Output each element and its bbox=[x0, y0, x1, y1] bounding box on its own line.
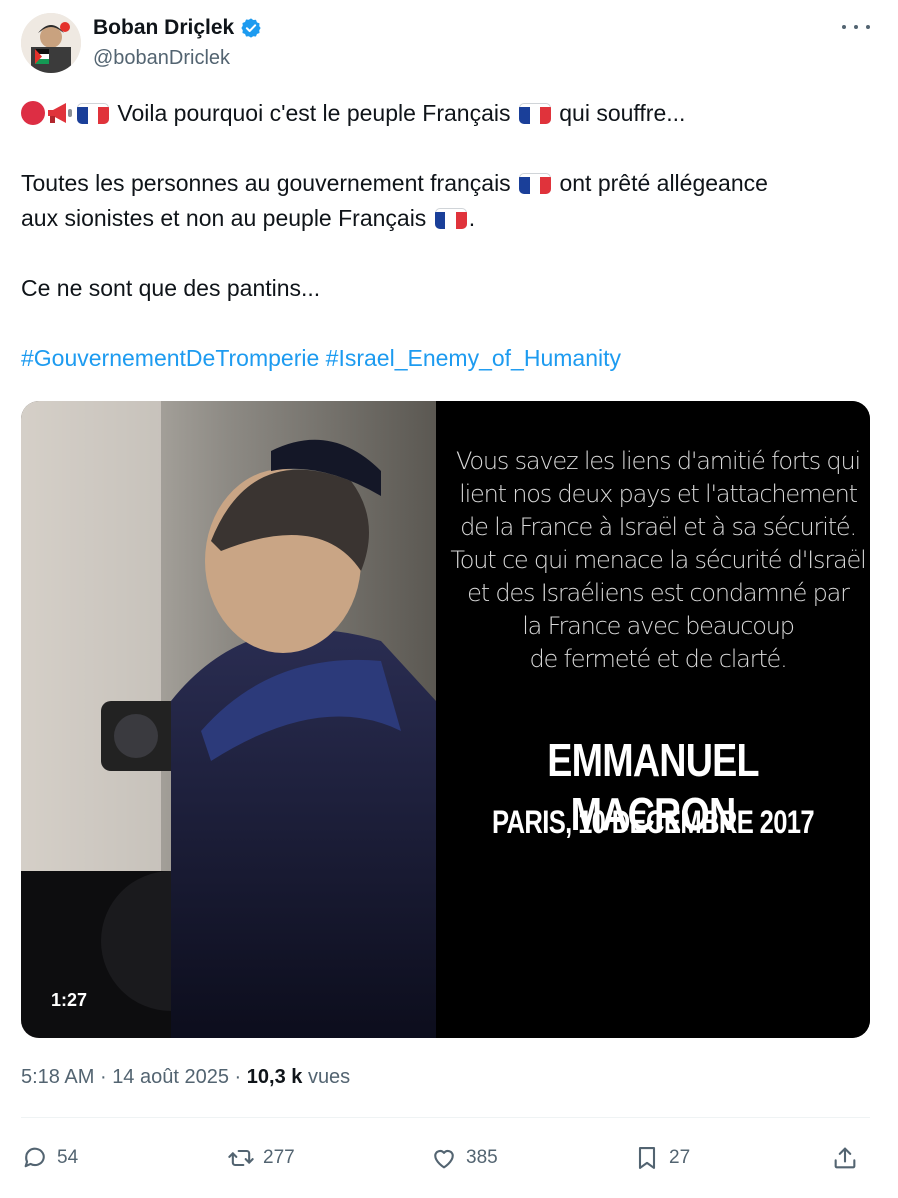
reply-icon bbox=[24, 1147, 45, 1168]
author-name-row[interactable]: Boban Driçlek bbox=[93, 16, 262, 40]
megaphone-emoji-icon bbox=[45, 100, 75, 124]
quote-line: Vous savez les liens d'amitié forts qui bbox=[456, 447, 861, 475]
display-name[interactable]: Boban Driçlek bbox=[93, 16, 234, 40]
tweet-line-3-end: . bbox=[468, 205, 476, 231]
views-label: vues bbox=[307, 1066, 351, 1088]
like-button[interactable]: 385 bbox=[430, 1138, 498, 1178]
tweet-card: Boban Driçlek @bobanDriclek Voila pourqu… bbox=[0, 0, 898, 1198]
heart-icon bbox=[434, 1149, 454, 1169]
tweet-line-2-text-a: Toutes les personnes au gouvernement fra… bbox=[21, 170, 511, 196]
france-flag-icon bbox=[518, 103, 551, 124]
reply-button[interactable]: 54 bbox=[21, 1138, 78, 1178]
like-count: 385 bbox=[466, 1147, 498, 1168]
tweet-text: Voila pourquoi c'est le peuple Français … bbox=[21, 96, 881, 376]
divider bbox=[21, 1117, 870, 1118]
tweet-line-2-text-b: ont prêté allégeance bbox=[559, 170, 768, 196]
video-duration-badge: 1:27 bbox=[51, 990, 88, 1010]
video-thumbnail-photo bbox=[21, 401, 436, 1038]
share-icon bbox=[834, 1147, 856, 1169]
repost-icon bbox=[228, 1149, 254, 1167]
quote-text: Vous savez les liens d'amitié forts qui … bbox=[446, 445, 870, 676]
video-player[interactable]: Vous savez les liens d'amitié forts qui … bbox=[21, 401, 870, 1038]
meta-separator: · bbox=[234, 1066, 242, 1088]
france-flag-icon bbox=[519, 173, 552, 194]
bookmark-icon bbox=[638, 1147, 656, 1169]
video-quote-panel: Vous savez les liens d'amitié forts qui … bbox=[436, 401, 870, 1038]
tweet-line-3-text: aux sionistes et non au peuple Français bbox=[21, 205, 427, 231]
more-options-icon[interactable] bbox=[842, 20, 870, 34]
tweet-line-2: Toutes les personnes au gouvernement fra… bbox=[21, 166, 881, 201]
repost-count: 277 bbox=[263, 1147, 295, 1168]
hashtag-link[interactable]: #Israel_Enemy_of_Humanity bbox=[326, 345, 621, 371]
meta-separator: · bbox=[99, 1066, 107, 1088]
quote-line: et des Israéliens est condamné par bbox=[467, 579, 850, 607]
hashtag-link[interactable]: #GouvernementDeTromperie bbox=[21, 345, 319, 371]
tweet-line-1-text: Voila pourquoi c'est le peuple Français bbox=[117, 100, 511, 126]
france-flag-icon bbox=[77, 103, 109, 124]
tweet-line-4: Ce ne sont que des pantins... bbox=[21, 275, 321, 301]
bookmark-count: 27 bbox=[669, 1147, 691, 1168]
france-flag-icon bbox=[434, 208, 467, 229]
tweet-meta: 5:18 AM · 14 août 2025 · 10,3 k vues bbox=[21, 1066, 350, 1089]
tweet-line-1: Voila pourquoi c'est le peuple Français … bbox=[21, 96, 881, 131]
hashtag-row: #GouvernementDeTromperie #Israel_Enemy_o… bbox=[21, 341, 881, 376]
repost-button[interactable]: 277 bbox=[227, 1138, 295, 1178]
quote-line: de fermeté et de clarté. bbox=[529, 645, 787, 673]
tweet-time[interactable]: 5:18 AM bbox=[21, 1066, 94, 1088]
reply-count: 54 bbox=[57, 1147, 79, 1168]
red-circle-emoji-icon bbox=[21, 101, 45, 125]
share-button[interactable] bbox=[831, 1138, 859, 1178]
quote-line: de la France à Israël et à sa sécurité. bbox=[460, 513, 857, 541]
tweet-line-1-end: qui souffre... bbox=[559, 100, 686, 126]
quote-date-place: PARIS, 10 DECEMBRE 2017 bbox=[492, 804, 815, 840]
quote-line: lient nos deux pays et l'attachement bbox=[459, 480, 858, 508]
verified-badge-icon bbox=[240, 17, 262, 39]
action-bar: 54 277 385 27 bbox=[21, 1138, 870, 1178]
tweet-date[interactable]: 14 août 2025 bbox=[112, 1066, 229, 1088]
tweet-line-3: aux sionistes et non au peuple Français … bbox=[21, 201, 881, 236]
avatar[interactable] bbox=[21, 13, 81, 73]
quote-line: la France avec beaucoup bbox=[522, 612, 795, 640]
views-count: 10,3 k bbox=[246, 1066, 303, 1088]
quote-line: Tout ce qui menace la sécurité d'Israël bbox=[450, 546, 866, 574]
bookmark-button[interactable]: 27 bbox=[633, 1138, 690, 1178]
author-handle[interactable]: @bobanDriclek bbox=[93, 47, 230, 70]
